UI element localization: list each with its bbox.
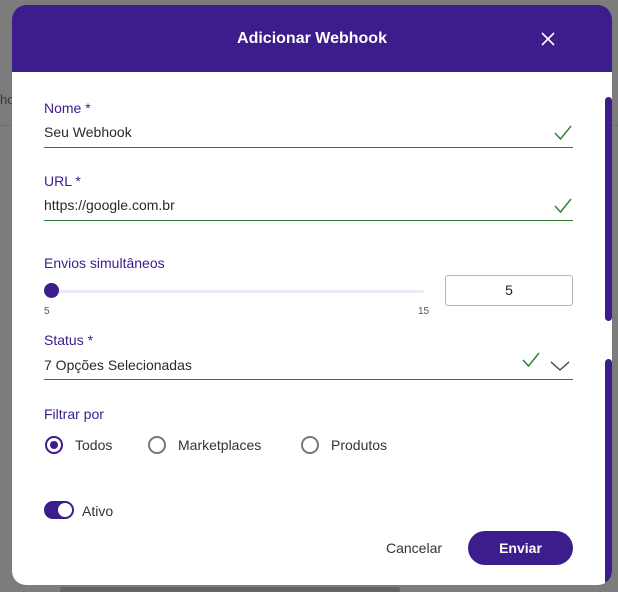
url-input[interactable]: https://google.com.br xyxy=(44,197,175,213)
radio-produtos[interactable]: Produtos xyxy=(301,436,387,454)
slider-min-label: 5 xyxy=(44,306,50,317)
background-blurred-text xyxy=(60,587,400,592)
ativo-toggle[interactable] xyxy=(44,501,74,519)
dialog-header: Adicionar Webhook xyxy=(12,5,612,72)
slider-max-label: 15 xyxy=(418,306,430,317)
radio-button xyxy=(301,436,319,454)
close-icon[interactable] xyxy=(540,31,556,47)
status-select[interactable]: 7 Opções Selecionadas xyxy=(44,357,192,373)
nome-underline xyxy=(44,147,573,148)
dialog-scrollbar[interactable] xyxy=(605,97,612,585)
status-label: Status * xyxy=(44,332,94,348)
url-underline xyxy=(44,220,573,221)
status-underline xyxy=(44,379,573,380)
scrollbar-thumb[interactable] xyxy=(605,97,612,321)
check-icon xyxy=(554,198,572,214)
radio-button xyxy=(45,436,63,454)
nome-label: Nome * xyxy=(44,100,91,116)
nome-input[interactable]: Seu Webhook xyxy=(44,124,132,140)
add-webhook-dialog: Adicionar Webhook Nome * Seu Webhook URL… xyxy=(12,5,612,585)
radio-label: Todos xyxy=(75,437,113,453)
radio-label: Marketplaces xyxy=(178,437,262,453)
check-icon xyxy=(522,352,540,368)
radio-label: Produtos xyxy=(331,437,388,453)
radio-marketplaces[interactable]: Marketplaces xyxy=(148,436,261,454)
radio-todos[interactable]: Todos xyxy=(45,436,112,454)
url-label: URL * xyxy=(44,173,81,189)
chevron-down-icon[interactable] xyxy=(550,360,570,372)
scrollbar-thumb-lower[interactable] xyxy=(605,359,612,585)
envios-slider[interactable] xyxy=(44,283,424,299)
envios-label: Envios simultâneos xyxy=(44,255,165,271)
cancel-button[interactable]: Cancelar xyxy=(364,531,464,565)
toggle-knob xyxy=(58,503,72,517)
dialog-title: Adicionar Webhook xyxy=(237,30,387,47)
check-icon xyxy=(554,125,572,141)
radio-button xyxy=(148,436,166,454)
slider-track xyxy=(44,290,424,293)
radio-dot xyxy=(50,441,58,449)
submit-button[interactable]: Enviar xyxy=(468,531,573,565)
ativo-label: Ativo xyxy=(82,503,114,519)
envios-number-input[interactable]: 5 xyxy=(445,275,573,306)
slider-thumb[interactable] xyxy=(44,283,59,298)
filtrar-label: Filtrar por xyxy=(44,406,104,422)
